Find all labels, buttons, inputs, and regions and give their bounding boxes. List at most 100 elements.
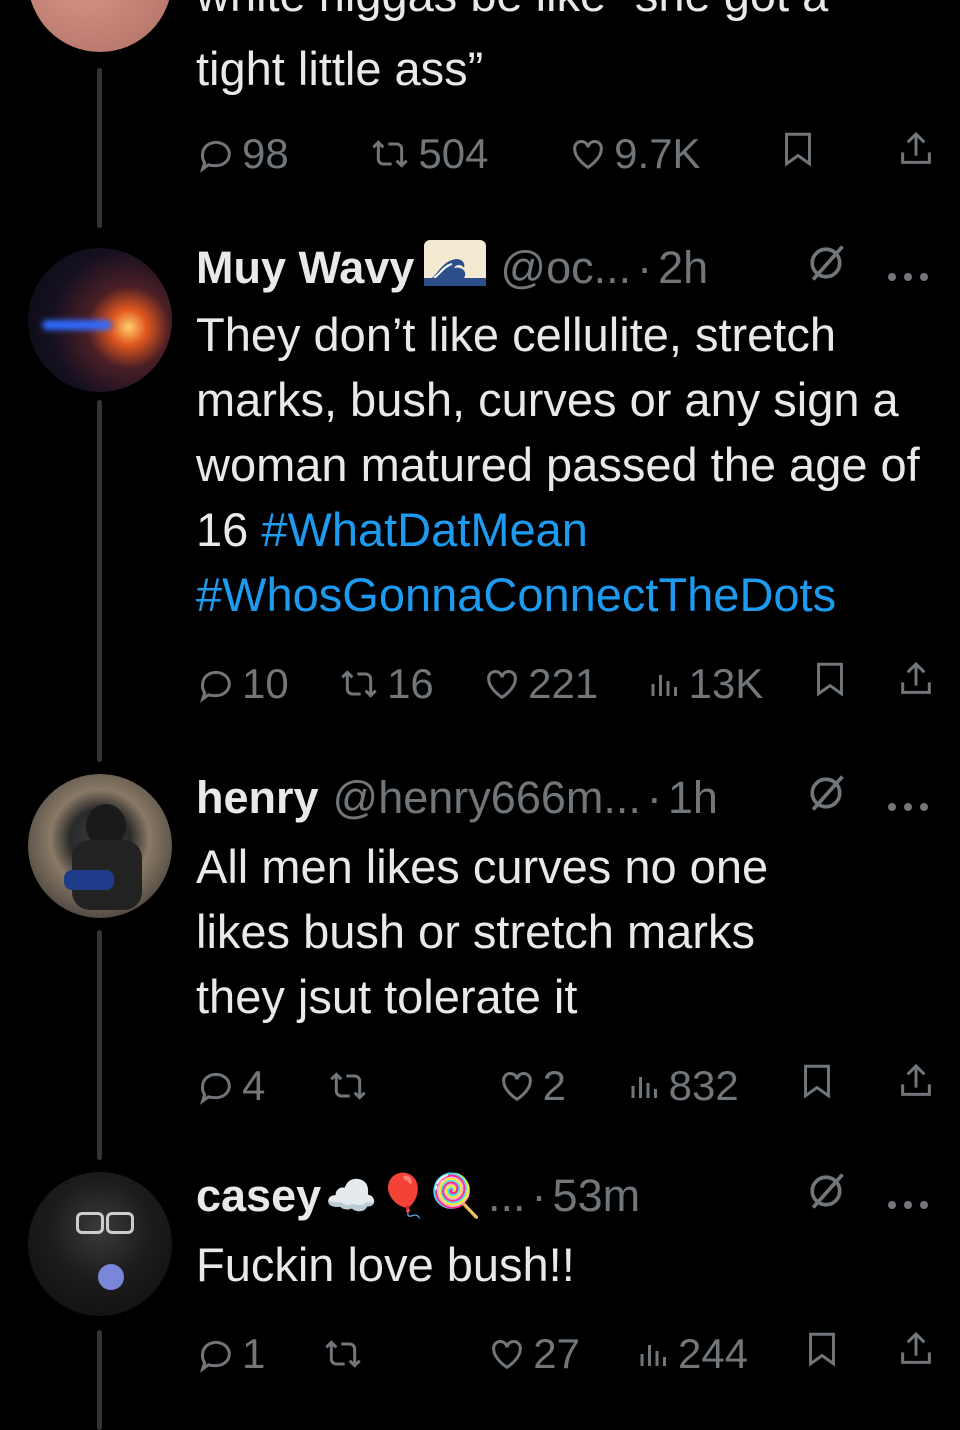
- header-actions: [804, 241, 930, 296]
- like-count: 2: [542, 1062, 566, 1109]
- tweet-0[interactable]: white niggas be like “she got a tight li…: [0, 0, 960, 240]
- like-icon: [497, 1066, 537, 1106]
- like-icon: [482, 664, 522, 704]
- reply-count: 98: [242, 130, 289, 177]
- header-actions: [804, 1169, 930, 1224]
- separator-dot: ·: [646, 772, 662, 823]
- timestamp[interactable]: 2h: [658, 242, 708, 294]
- avatar[interactable]: [28, 1172, 172, 1316]
- thread-line: [97, 930, 102, 1160]
- views-button[interactable]: 13K: [647, 660, 764, 708]
- grok-icon[interactable]: [804, 771, 848, 826]
- name-emojis: ☁️🎈🍭: [325, 1171, 483, 1219]
- retweet-button[interactable]: 504: [368, 130, 488, 178]
- avatar[interactable]: [28, 774, 172, 918]
- reply-icon: [196, 664, 236, 704]
- tweet-header: henry @henry666m... · 1h: [196, 770, 930, 826]
- like-button[interactable]: 27: [487, 1330, 580, 1378]
- reply-count: 4: [242, 1062, 266, 1109]
- bookmark-icon: [780, 129, 816, 179]
- views-count: 13K: [688, 660, 764, 707]
- thread-line: [97, 68, 102, 228]
- tweet-1[interactable]: Muy Wavy @oc... · 2h They don’t like cel…: [0, 239, 960, 762]
- tweet-2[interactable]: henry @henry666m... · 1h All men likes c…: [0, 770, 960, 1160]
- user-handle[interactable]: @henry666m...: [333, 772, 641, 824]
- tweet-header: Muy Wavy @oc... · 2h: [196, 239, 930, 297]
- display-name[interactable]: henry: [196, 772, 319, 824]
- bookmark-button[interactable]: [804, 1329, 840, 1379]
- share-icon: [896, 659, 936, 709]
- retweet-count: 16: [387, 660, 434, 707]
- reply-button[interactable]: 10: [196, 660, 289, 708]
- share-icon: [896, 129, 936, 179]
- views-button[interactable]: 244: [636, 1330, 748, 1378]
- hashtag-link[interactable]: #WhatDatMean: [261, 503, 588, 556]
- tweet-text: They don’t like cellulite, stretch marks…: [196, 302, 936, 627]
- bookmark-button[interactable]: [812, 659, 848, 709]
- bookmark-icon: [812, 659, 848, 709]
- views-count: 244: [677, 1330, 749, 1377]
- tweet-actions: 4 2 832: [196, 1058, 936, 1114]
- views-button[interactable]: 832: [627, 1062, 739, 1110]
- like-button[interactable]: 2: [497, 1062, 566, 1110]
- tweet-text: tight little ass”: [196, 42, 484, 95]
- wave-emoji-icon: [424, 239, 487, 297]
- share-button[interactable]: [896, 1061, 936, 1111]
- grok-icon[interactable]: [804, 1169, 848, 1224]
- views-icon: [636, 1336, 672, 1372]
- share-icon: [896, 1061, 936, 1111]
- tweet-text: All men likes curves no one likes bush o…: [196, 840, 769, 1023]
- tweet-text-partial: white niggas be like “she got a: [196, 0, 936, 27]
- bookmark-button[interactable]: [799, 1061, 835, 1111]
- retweet-icon: [368, 134, 412, 174]
- tweet-actions: 10 16 221 13K: [196, 656, 936, 712]
- grok-icon[interactable]: [804, 241, 848, 296]
- bookmark-icon: [799, 1061, 835, 1111]
- retweet-button[interactable]: 16: [337, 660, 434, 708]
- views-count: 832: [668, 1062, 739, 1109]
- timestamp[interactable]: 53m: [553, 1170, 641, 1222]
- like-count: 221: [528, 660, 599, 707]
- retweet-button[interactable]: [321, 1334, 431, 1374]
- thread-line: [97, 400, 102, 762]
- separator-dot: ·: [531, 1170, 547, 1221]
- retweet-icon: [321, 1334, 365, 1374]
- avatar[interactable]: [28, 248, 172, 392]
- reply-icon: [196, 1066, 236, 1106]
- like-icon: [568, 134, 608, 174]
- tweet-text: Fuckin love bush!!: [196, 1238, 575, 1291]
- like-icon: [487, 1334, 527, 1374]
- more-icon[interactable]: [886, 1170, 930, 1222]
- retweet-icon: [326, 1066, 370, 1106]
- hashtag-link[interactable]: #WhosGonnaConnectTheDots: [196, 568, 836, 621]
- user-handle[interactable]: @oc...: [500, 242, 631, 294]
- reply-icon: [196, 134, 236, 174]
- retweet-count: 504: [418, 130, 489, 177]
- more-icon[interactable]: [886, 242, 930, 294]
- reply-button[interactable]: 1: [196, 1330, 265, 1378]
- share-button[interactable]: [896, 1329, 936, 1379]
- display-name[interactable]: casey: [196, 1170, 321, 1222]
- like-count: 27: [533, 1330, 581, 1377]
- reply-button[interactable]: 4: [196, 1062, 265, 1110]
- display-name[interactable]: Muy Wavy: [196, 242, 414, 294]
- separator-dot: ·: [637, 242, 653, 293]
- avatar[interactable]: [28, 0, 172, 52]
- retweet-button[interactable]: [326, 1066, 436, 1106]
- timestamp[interactable]: 1h: [668, 772, 718, 824]
- tweet-actions: 98 504 9.7K: [196, 126, 936, 182]
- reply-button[interactable]: 98: [196, 130, 289, 178]
- tweet-3[interactable]: casey ☁️🎈🍭 ... · 53m Fuckin love bush!! …: [0, 1168, 960, 1430]
- views-icon: [627, 1068, 663, 1104]
- share-button[interactable]: [896, 659, 936, 709]
- tweet-header: casey ☁️🎈🍭 ... · 53m: [196, 1168, 930, 1224]
- retweet-icon: [337, 664, 381, 704]
- like-button[interactable]: 221: [482, 660, 598, 708]
- more-icon[interactable]: [886, 772, 930, 824]
- views-icon: [647, 666, 683, 702]
- like-button[interactable]: 9.7K: [568, 130, 701, 178]
- user-handle[interactable]: ...: [488, 1170, 526, 1222]
- share-button[interactable]: [896, 129, 936, 179]
- bookmark-button[interactable]: [780, 129, 816, 179]
- reply-count: 10: [242, 660, 289, 707]
